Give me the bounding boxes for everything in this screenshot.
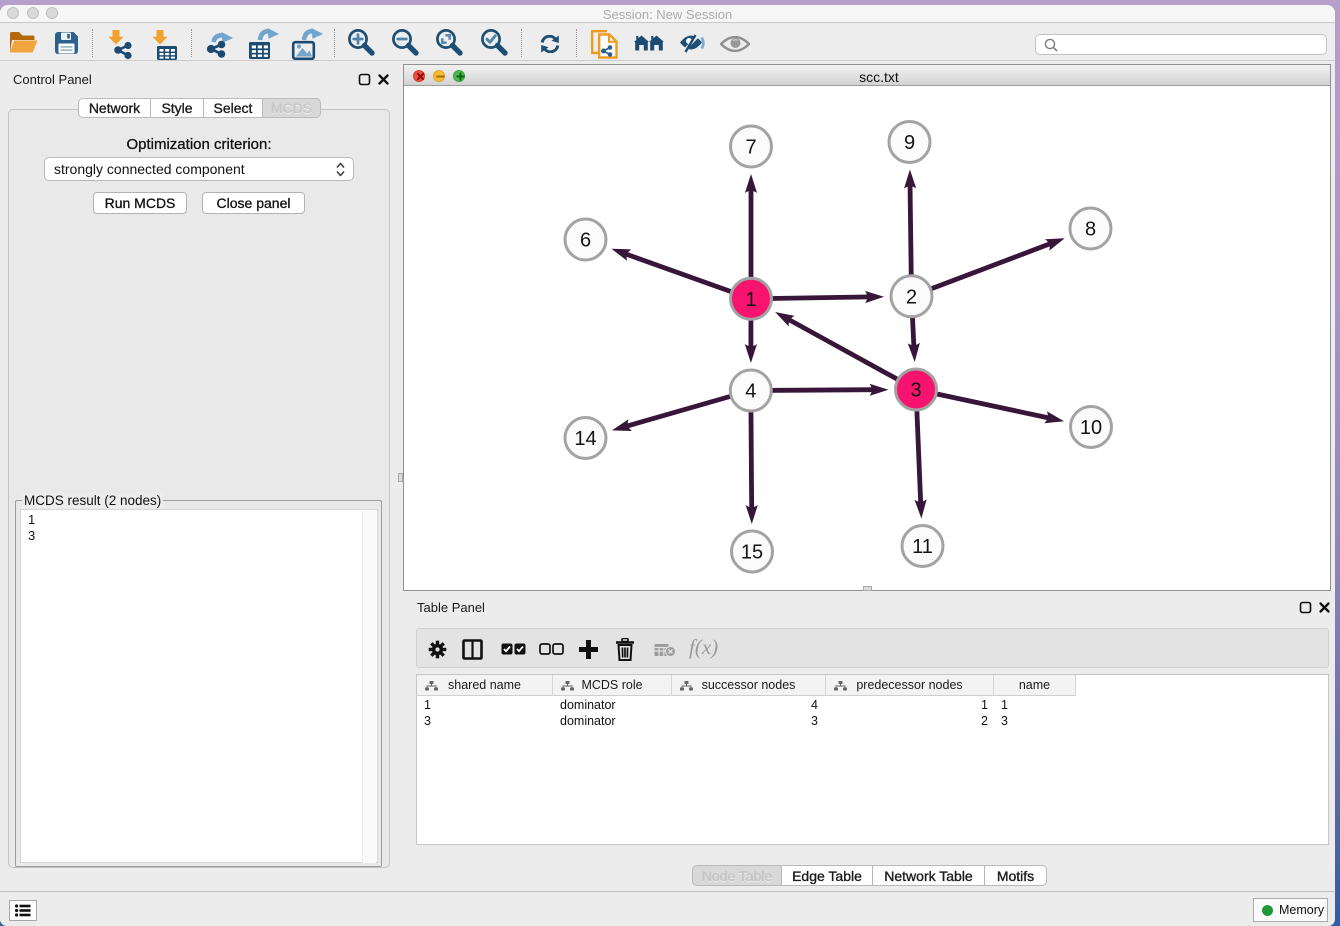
svg-text:1: 1 [745,289,756,311]
svg-text:2: 2 [906,286,917,308]
svg-text:6: 6 [580,230,591,252]
svg-text:8: 8 [1085,219,1096,241]
svg-text:14: 14 [574,428,596,450]
svg-text:3: 3 [910,380,921,402]
svg-text:9: 9 [904,132,915,154]
svg-text:4: 4 [745,381,756,403]
svg-text:10: 10 [1080,417,1102,439]
svg-text:7: 7 [745,137,756,159]
svg-text:11: 11 [912,536,933,558]
svg-text:15: 15 [741,542,763,564]
